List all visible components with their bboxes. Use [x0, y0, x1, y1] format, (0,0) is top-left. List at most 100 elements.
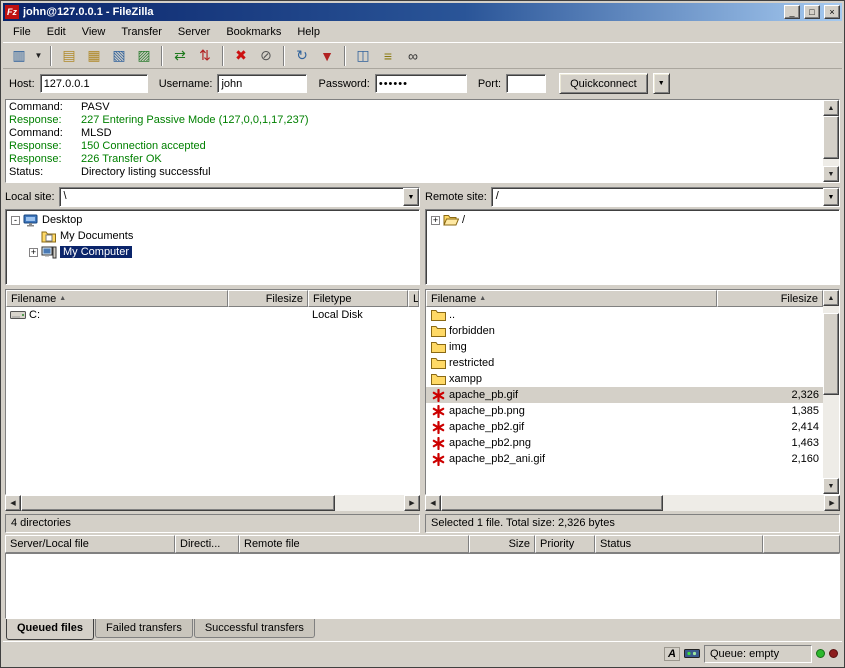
- scrollbar-track[interactable]: [823, 116, 839, 166]
- cancel-operation-button[interactable]: ✖: [229, 45, 253, 67]
- column-header-filesize[interactable]: Filesize: [717, 290, 823, 307]
- scrollbar-track[interactable]: [441, 495, 824, 511]
- tree-expander-icon[interactable]: +: [431, 216, 440, 225]
- scroll-down-button[interactable]: ▼: [823, 166, 839, 182]
- column-header-server-local-file[interactable]: Server/Local file: [5, 535, 175, 553]
- directory-comparison-icon: ◫: [356, 47, 369, 64]
- column-header-priority[interactable]: Priority: [535, 535, 595, 553]
- maximize-button[interactable]: □: [804, 5, 820, 19]
- log-line-type: Response:: [9, 140, 81, 153]
- file-row[interactable]: forbidden: [426, 323, 823, 339]
- file-row[interactable]: apache_pb2.gif2,414: [426, 419, 823, 435]
- port-label: Port:: [478, 78, 501, 90]
- column-header-filename[interactable]: Filename▲: [6, 290, 228, 307]
- scrollbar-thumb[interactable]: [441, 495, 663, 511]
- reconnect-button[interactable]: ↻: [290, 45, 314, 67]
- disconnect-button[interactable]: ⊘: [254, 45, 278, 67]
- scrollbar-track[interactable]: [823, 306, 839, 478]
- quickconnect-dropdown-button[interactable]: ▼: [653, 73, 670, 94]
- column-header-directi[interactable]: Directi...: [175, 535, 239, 553]
- file-row[interactable]: ..: [426, 307, 823, 323]
- tree-item[interactable]: +/: [427, 212, 838, 228]
- image-file-icon: [430, 452, 446, 466]
- minimize-button[interactable]: _: [784, 5, 800, 19]
- scrollbar-track[interactable]: [21, 495, 404, 511]
- find-files-button[interactable]: ∞: [401, 45, 425, 67]
- password-input[interactable]: [375, 74, 467, 93]
- menu-item-view[interactable]: View: [74, 23, 114, 41]
- file-row[interactable]: restricted: [426, 355, 823, 371]
- file-row[interactable]: C:Local Disk: [6, 307, 419, 323]
- column-header-size[interactable]: Size: [469, 535, 535, 553]
- file-size-cell: 2,414: [717, 421, 823, 433]
- directory-comparison-button[interactable]: ◫: [351, 45, 375, 67]
- tree-expander-icon[interactable]: +: [29, 248, 38, 257]
- toolbar-separator: [222, 46, 224, 66]
- column-header-filename[interactable]: Filename▲: [426, 290, 717, 307]
- file-row[interactable]: apache_pb2_ani.gif2,160: [426, 451, 823, 467]
- file-row[interactable]: apache_pb.png1,385: [426, 403, 823, 419]
- menu-item-file[interactable]: File: [5, 23, 39, 41]
- quickconnect-button[interactable]: Quickconnect: [559, 73, 648, 94]
- refresh-button[interactable]: ⇄: [168, 45, 192, 67]
- tree-expander-icon[interactable]: -: [11, 216, 20, 225]
- username-input[interactable]: [217, 74, 307, 93]
- tab-failed-transfers[interactable]: Failed transfers: [95, 619, 193, 638]
- log-scrollbar[interactable]: ▲ ▼: [823, 100, 839, 182]
- menu-item-edit[interactable]: Edit: [39, 23, 74, 41]
- close-button[interactable]: ×: [824, 5, 840, 19]
- menu-item-transfer[interactable]: Transfer: [113, 23, 170, 41]
- column-header-status[interactable]: Status: [595, 535, 763, 553]
- file-name-cell: apache_pb2_ani.gif: [426, 452, 717, 466]
- file-row[interactable]: apache_pb.gif2,326: [426, 387, 823, 403]
- file-row[interactable]: img: [426, 339, 823, 355]
- column-header-label: Filesize: [781, 293, 818, 305]
- remote-horizontal-scrollbar[interactable]: ◀ ▶: [425, 495, 840, 511]
- file-row[interactable]: apache_pb2.png1,463: [426, 435, 823, 451]
- file-row[interactable]: xampp: [426, 371, 823, 387]
- local-site-combobox[interactable]: \ ▼: [59, 187, 420, 207]
- scrollbar-thumb[interactable]: [823, 313, 839, 396]
- column-header-filetype[interactable]: Filetype: [308, 290, 408, 307]
- toggle-remote-tree-button[interactable]: ▧: [107, 45, 131, 67]
- remote-site-combobox[interactable]: / ▼: [491, 187, 840, 207]
- scroll-right-button[interactable]: ▶: [824, 495, 840, 511]
- column-header-filesize[interactable]: Filesize: [228, 290, 308, 307]
- titlebar[interactable]: Fz john@127.0.0.1 - FileZilla _ □ ×: [3, 3, 842, 21]
- scroll-down-button[interactable]: ▼: [823, 478, 839, 494]
- process-queue-button[interactable]: ⇅: [193, 45, 217, 67]
- filter-button[interactable]: ▼: [315, 45, 339, 67]
- host-input[interactable]: [40, 74, 148, 93]
- scroll-up-button[interactable]: ▲: [823, 100, 839, 116]
- menu-item-bookmarks[interactable]: Bookmarks: [218, 23, 289, 41]
- scroll-up-button[interactable]: ▲: [823, 290, 839, 306]
- tree-item[interactable]: My Documents: [7, 228, 418, 244]
- tree-item[interactable]: -Desktop: [7, 212, 418, 228]
- remote-vertical-scrollbar[interactable]: ▲ ▼: [823, 290, 839, 494]
- site-manager-button[interactable]: ▥: [7, 45, 31, 67]
- log-line: Response:227 Entering Passive Mode (127,…: [9, 114, 820, 127]
- scroll-right-button[interactable]: ▶: [404, 495, 420, 511]
- file-name: img: [449, 341, 467, 353]
- menu-item-help[interactable]: Help: [289, 23, 328, 41]
- combo-dropdown-icon[interactable]: ▼: [403, 188, 419, 206]
- column-header-l[interactable]: L: [408, 290, 419, 307]
- menu-item-server[interactable]: Server: [170, 23, 218, 41]
- port-input[interactable]: [506, 74, 546, 93]
- scrollbar-thumb[interactable]: [823, 116, 839, 159]
- toggle-transfer-queue-button[interactable]: ▨: [132, 45, 156, 67]
- site-manager-button-dropdown[interactable]: ▼: [32, 45, 45, 67]
- tab-successful-transfers[interactable]: Successful transfers: [194, 619, 315, 638]
- scroll-left-button[interactable]: ◀: [425, 495, 441, 511]
- column-header-remote-file[interactable]: Remote file: [239, 535, 469, 553]
- scroll-left-button[interactable]: ◀: [5, 495, 21, 511]
- folder-icon: [430, 308, 446, 322]
- tab-queued-files[interactable]: Queued files: [6, 619, 94, 640]
- local-horizontal-scrollbar[interactable]: ◀ ▶: [5, 495, 420, 511]
- combo-dropdown-icon[interactable]: ▼: [823, 188, 839, 206]
- scrollbar-thumb[interactable]: [21, 495, 335, 511]
- toggle-local-tree-button[interactable]: ▦: [82, 45, 106, 67]
- toggle-message-log-button[interactable]: ▤: [57, 45, 81, 67]
- synchronized-browsing-button[interactable]: ≡: [376, 45, 400, 67]
- tree-item[interactable]: +My Computer: [7, 244, 418, 260]
